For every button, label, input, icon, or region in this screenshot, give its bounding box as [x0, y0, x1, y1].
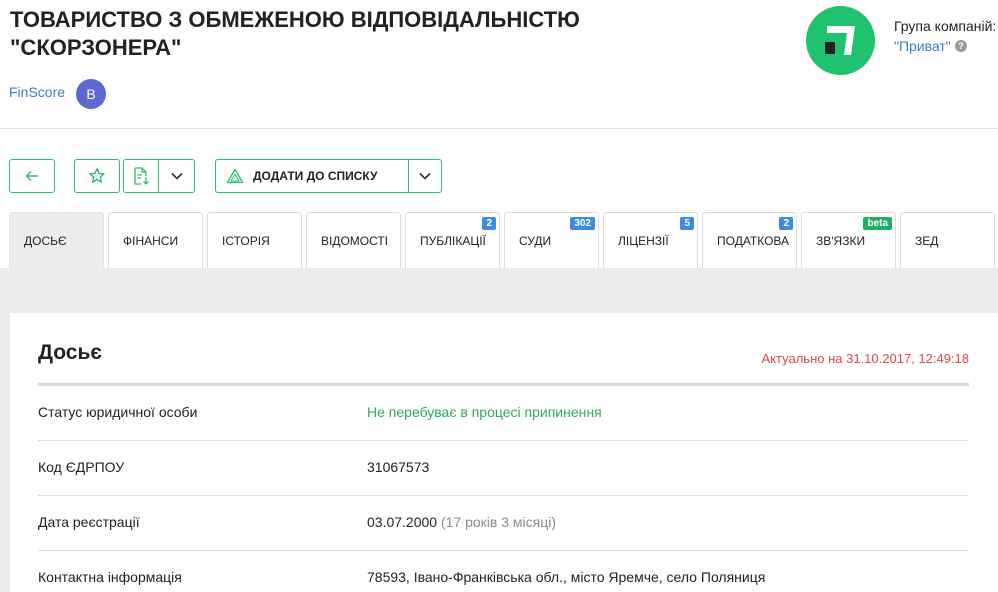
help-icon[interactable]: ?	[955, 40, 967, 52]
add-to-list-dropdown-button[interactable]	[408, 159, 442, 193]
privat-logo-icon	[825, 26, 855, 55]
company-title-line2: "СКОРЗОНЕРА"	[10, 35, 182, 60]
add-to-list-label: ДОДАТИ ДО СПИСКУ	[253, 169, 378, 183]
export-dropdown-button[interactable]	[158, 159, 195, 193]
row-label: Контактна інформація	[38, 569, 182, 585]
tab-label: ІСТОРІЯ	[222, 233, 270, 248]
chevron-down-icon	[419, 172, 431, 180]
dossier-updated-timestamp: Актуально на 31.10.2017, 12:49:18	[761, 351, 969, 366]
info-row-registration-date: Дата реєстрації 03.07.2000 (17 років 3 м…	[38, 496, 969, 551]
tab-label: ЛІЦЕНЗІЇ	[618, 233, 669, 248]
tab-label: ЗВ'ЯЗКИ	[816, 233, 866, 248]
group-logo[interactable]	[806, 6, 875, 75]
tab-tax[interactable]: ПОДАТКОВА 2	[702, 212, 797, 268]
tab-label: ВІДОМОСТІ	[321, 233, 389, 248]
tab-label: ПУБЛІКАЦІЇ	[420, 233, 486, 248]
dossier-card: Досьє Актуально на 31.10.2017, 12:49:18 …	[10, 313, 998, 592]
tab-label: ФІНАНСИ	[123, 233, 179, 248]
tab-count-badge: 2	[482, 217, 496, 230]
tab-foreign-trade[interactable]: ЗЕД	[900, 212, 995, 268]
tab-courts[interactable]: СУДИ 302	[504, 212, 599, 268]
tab-records[interactable]: ВІДОМОСТІ	[306, 212, 401, 268]
group-link[interactable]: "Приват"	[894, 38, 951, 54]
tab-beta-badge: beta	[863, 217, 892, 230]
back-button[interactable]	[9, 159, 55, 193]
arrow-left-icon	[25, 171, 38, 181]
company-header: ТОВАРИСТВО З ОБМЕЖЕНОЮ ВІДПОВІДАЛЬНІСТЮ …	[0, 0, 998, 129]
star-icon	[89, 168, 105, 183]
list-triangle-icon	[226, 168, 244, 184]
tab-count-badge: 302	[570, 217, 595, 230]
registration-date: 03.07.2000	[367, 514, 438, 530]
tab-dossier[interactable]: ДОСЬЄ	[9, 212, 104, 268]
export-button[interactable]	[123, 159, 159, 193]
company-title: ТОВАРИСТВО З ОБМЕЖЕНОЮ ВІДПОВІДАЛЬНІСТЮ …	[10, 6, 610, 62]
chevron-down-icon	[170, 172, 183, 180]
row-value: 31067573	[367, 459, 430, 475]
row-value: Не перебуває в процесі припинення	[367, 404, 602, 420]
finscore-grade-badge[interactable]: B	[76, 79, 106, 109]
tab-publications[interactable]: ПУБЛІКАЦІЇ 2	[405, 212, 500, 268]
favorite-button[interactable]	[74, 159, 120, 193]
row-label: Код ЄДРПОУ	[38, 459, 125, 475]
row-value: 03.07.2000 (17 років 3 місяці)	[367, 514, 556, 530]
add-to-list-button[interactable]: ДОДАТИ ДО СПИСКУ	[215, 159, 409, 193]
registration-age: (17 років 3 місяці)	[440, 514, 557, 530]
tab-connections[interactable]: ЗВ'ЯЗКИ beta	[801, 212, 896, 268]
tab-label: ЗЕД	[915, 233, 939, 248]
info-row-edrpou: Код ЄДРПОУ 31067573	[38, 441, 969, 496]
tab-count-badge: 2	[779, 217, 793, 230]
info-row-status: Статус юридичної особи Не перебуває в пр…	[38, 386, 969, 441]
company-title-line1: ТОВАРИСТВО З ОБМЕЖЕНОЮ ВІДПОВІДАЛЬНІСТЮ	[10, 7, 580, 32]
tab-bar: ДОСЬЄ ФІНАНСИ ІСТОРІЯ ВІДОМОСТІ ПУБЛІКАЦ…	[0, 212, 998, 268]
info-row-contacts: Контактна інформація 78593, Івано-Франкі…	[38, 551, 969, 592]
tab-licenses[interactable]: ЛІЦЕНЗІЇ 5	[603, 212, 698, 268]
tab-label: СУДИ	[519, 233, 552, 248]
tab-count-badge: 5	[680, 217, 694, 230]
file-download-icon	[134, 167, 149, 185]
group-label: Група компаній:	[894, 18, 997, 34]
finscore-link[interactable]: FinScore	[9, 84, 65, 100]
tab-label: ДОСЬЄ	[24, 233, 67, 248]
row-value: 78593, Івано-Франківська обл., місто Яре…	[367, 569, 766, 585]
tab-label: ПОДАТКОВА	[717, 233, 790, 248]
tab-finance[interactable]: ФІНАНСИ	[108, 212, 203, 268]
tab-history[interactable]: ІСТОРІЯ	[207, 212, 302, 268]
row-label: Статус юридичної особи	[38, 404, 198, 420]
dossier-title: Досьє	[38, 341, 102, 364]
row-label: Дата реєстрації	[38, 514, 140, 530]
